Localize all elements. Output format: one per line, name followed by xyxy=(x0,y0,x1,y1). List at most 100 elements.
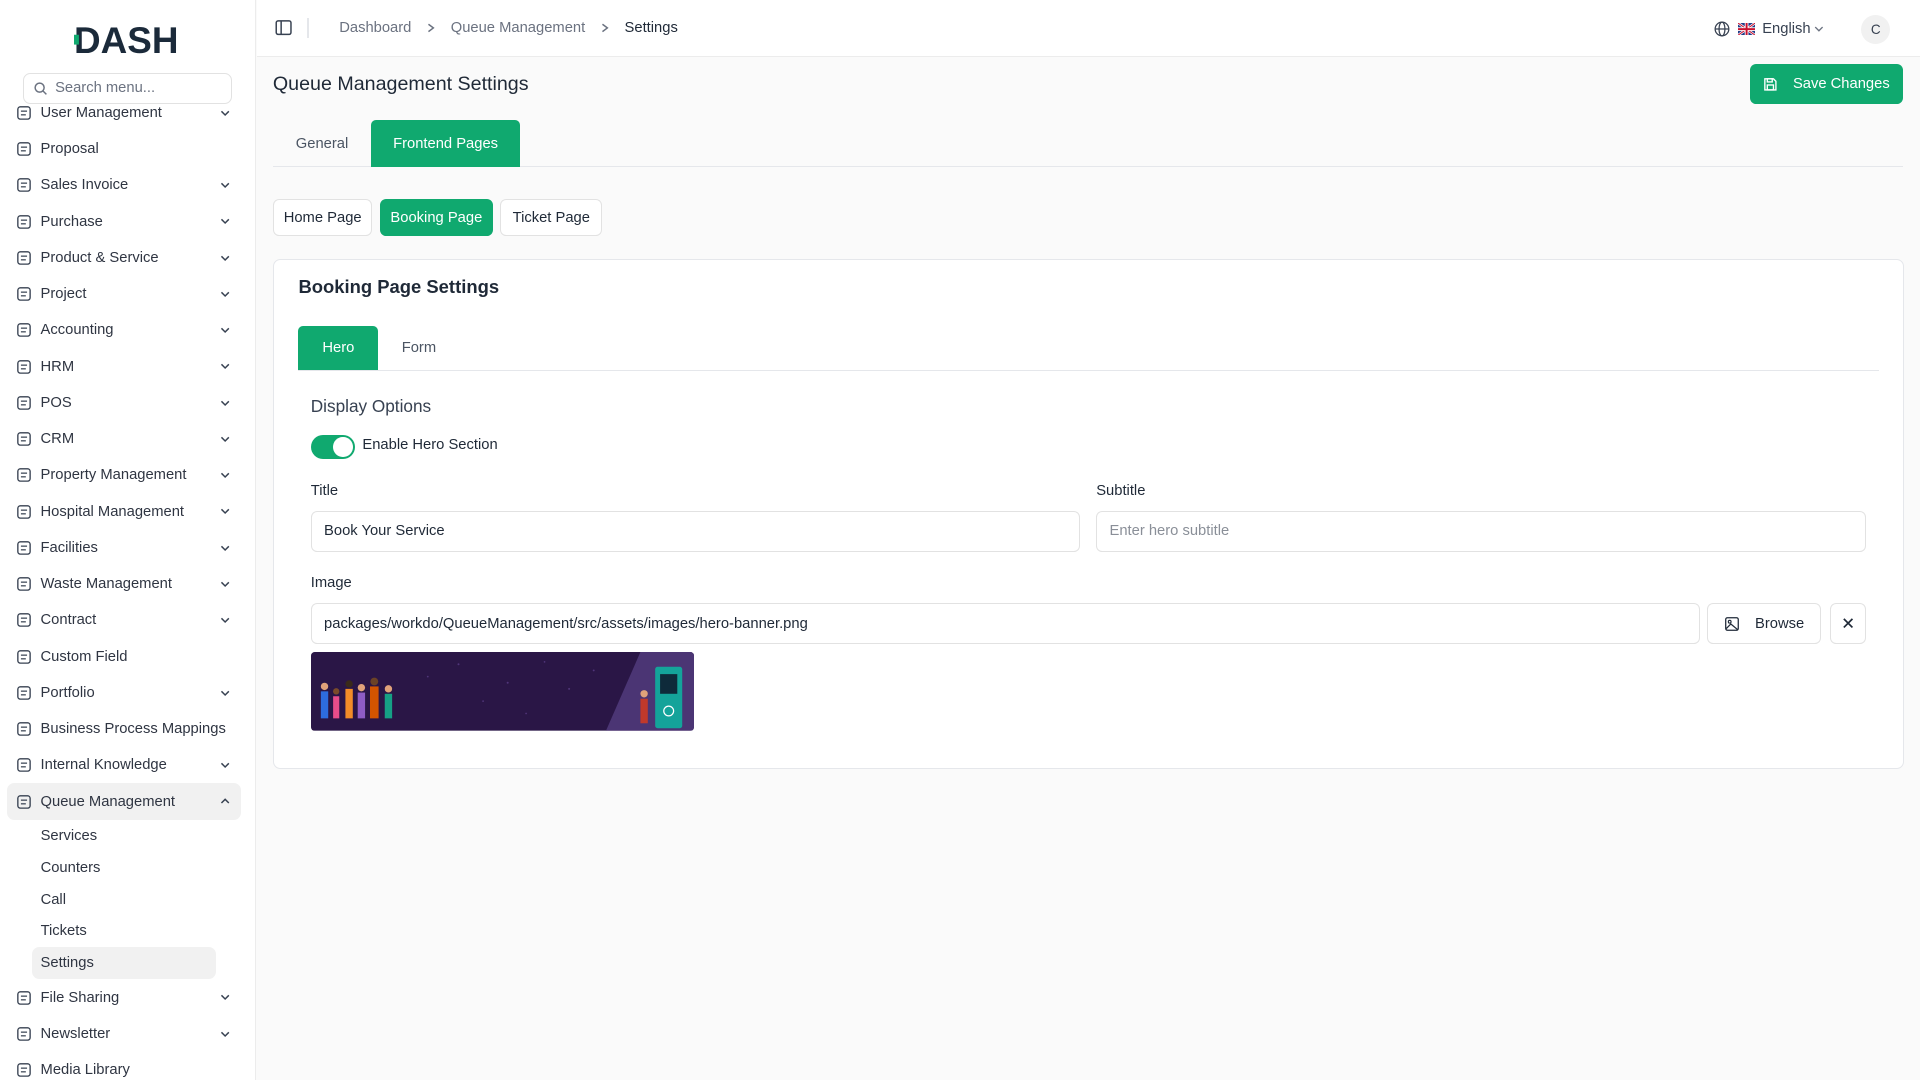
breadcrumb-settings: Settings xyxy=(624,19,678,36)
dash-logo[interactable]: DASH xyxy=(73,20,185,59)
sidebar-item-newsletter[interactable]: Newsletter xyxy=(7,1016,241,1052)
chevron-right-icon xyxy=(601,23,609,33)
sidebar-item-internal-knowledge[interactable]: Internal Knowledge xyxy=(7,747,241,783)
book-icon xyxy=(17,758,31,773)
chevron-down-icon xyxy=(220,472,230,479)
sidebar-item-user-management[interactable]: User Management xyxy=(7,106,241,131)
chevron-down-icon xyxy=(1815,26,1824,32)
sidebar-item-file-sharing[interactable]: File Sharing xyxy=(7,979,241,1015)
tab-hero[interactable]: Hero xyxy=(298,325,379,370)
sidebar-item-label: Product & Service xyxy=(40,249,159,266)
sidebar-item-pos[interactable]: POS xyxy=(7,385,241,421)
ticket-page-button[interactable]: Ticket Page xyxy=(500,199,603,236)
home-page-button[interactable]: Home Page xyxy=(272,199,373,236)
sidebar-item-custom-field[interactable]: Custom Field xyxy=(7,638,241,674)
sidebar-item-hrm[interactable]: HRM xyxy=(7,348,241,384)
chevron-down-icon xyxy=(220,400,230,406)
breadcrumb-queue-management[interactable]: Queue Management xyxy=(451,20,585,36)
sidebar-item-portfolio[interactable]: Portfolio xyxy=(7,675,241,711)
search-input[interactable] xyxy=(55,80,215,97)
sidebar: DASH User Management Proposal Sales Invoic… xyxy=(0,0,256,1080)
toggle-knob xyxy=(332,437,353,457)
chevron-down-icon xyxy=(220,690,230,696)
briefcase-icon xyxy=(17,685,31,700)
chevron-down-icon xyxy=(219,252,231,264)
image-icon xyxy=(1725,616,1740,631)
language-label: English xyxy=(1762,20,1811,37)
sidebar-subitem-services[interactable]: Services xyxy=(7,820,241,852)
sidebar-item-contract[interactable]: Contract xyxy=(7,602,241,638)
title-input[interactable] xyxy=(310,511,1081,552)
sidebar-item-label: CRM xyxy=(40,431,75,448)
recycle-icon xyxy=(16,576,32,592)
sidebar-item-business-process-mappings[interactable]: Business Process Mappings xyxy=(7,711,241,747)
sidebar-item-label: HRM xyxy=(40,358,75,375)
browse-button[interactable]: Browse xyxy=(1707,603,1822,644)
sidebar-item-sales-invoice[interactable]: Sales Invoice xyxy=(7,167,241,203)
avatar[interactable]: C xyxy=(1860,14,1891,45)
subtitle-input[interactable] xyxy=(1096,511,1866,552)
field-icon xyxy=(17,649,31,664)
calculator-icon xyxy=(16,322,32,338)
save-changes-button[interactable]: Save Changes xyxy=(1750,63,1903,105)
contract-icon xyxy=(16,612,32,628)
clear-image-button[interactable] xyxy=(1830,603,1866,644)
stethoscope-icon xyxy=(17,504,31,519)
process-icon xyxy=(16,721,32,737)
sidebar-item-accounting[interactable]: Accounting xyxy=(7,312,241,348)
chevron-down-icon xyxy=(219,469,231,481)
users-icon xyxy=(17,105,31,120)
sidebar-menu: User Management Proposal Sales Invoice Purc… xyxy=(7,106,241,1080)
chevron-up-icon xyxy=(219,795,231,807)
sidebar-item-label: Portfolio xyxy=(40,684,95,701)
booking-page-button[interactable]: Booking Page xyxy=(379,199,493,236)
sidebar-item-label: User Management xyxy=(40,105,162,121)
sidebar-item-label: POS xyxy=(40,394,72,411)
sidebar-item-media-library[interactable]: Media Library xyxy=(7,1052,241,1080)
image-label: Image xyxy=(310,575,352,592)
sidebar-item-purchase[interactable]: Purchase xyxy=(7,203,241,239)
enable-hero-toggle[interactable] xyxy=(310,434,355,460)
sidebar-item-crm[interactable]: CRM xyxy=(7,421,241,457)
property-icon xyxy=(16,467,32,483)
sidebar-item-product-service[interactable]: Product & Service xyxy=(7,240,241,276)
cart-icon xyxy=(17,214,31,229)
sidebar-subitem-call[interactable]: Call xyxy=(7,884,241,916)
tab-frontend-pages[interactable]: Frontend Pages xyxy=(371,120,520,168)
chevron-down-icon xyxy=(219,360,231,372)
tab-form[interactable]: Form xyxy=(378,326,459,370)
subtitle-label: Subtitle xyxy=(1096,482,1146,499)
tab-general[interactable]: General xyxy=(273,120,371,167)
contract-icon xyxy=(17,613,31,628)
sidebar-subitem-settings[interactable]: Settings xyxy=(31,947,217,980)
save-icon xyxy=(1764,77,1778,91)
sidebar-subitem-counters[interactable]: Counters xyxy=(7,852,241,884)
briefcase-icon xyxy=(16,685,32,701)
sidebar-item-project[interactable]: Project xyxy=(7,276,241,312)
layers-icon xyxy=(16,250,32,266)
project-icon xyxy=(16,286,32,302)
language-selector[interactable]: English xyxy=(1714,21,1824,37)
sidebar-item-waste-management[interactable]: Waste Management xyxy=(7,566,241,602)
search-menu[interactable] xyxy=(23,72,233,105)
chevron-down-icon xyxy=(219,991,231,1003)
chevron-down-icon xyxy=(220,364,230,370)
image-icon xyxy=(16,1062,32,1078)
sidebar-item-hospital-management[interactable]: Hospital Management xyxy=(7,493,241,529)
crm-icon xyxy=(17,432,31,446)
sidebar-item-queue-management[interactable]: Queue Management xyxy=(7,783,241,820)
sidebar-item-facilities[interactable]: Facilities xyxy=(7,530,241,566)
breadcrumb-dashboard[interactable]: Dashboard xyxy=(339,20,411,36)
svg-text:DASH: DASH xyxy=(74,20,178,59)
display-options-heading: Display Options xyxy=(310,395,432,416)
image-path-input[interactable] xyxy=(310,603,1700,644)
sidebar-subitem-tickets[interactable]: Tickets xyxy=(7,916,241,948)
chevron-down-icon xyxy=(219,542,231,554)
sidebar-item-property-management[interactable]: Property Management xyxy=(7,457,241,493)
sidebar-item-proposal[interactable]: Proposal xyxy=(7,131,241,167)
chevron-up-icon xyxy=(220,798,230,804)
phone-icon xyxy=(17,794,31,809)
sidebar-toggle-icon[interactable] xyxy=(275,19,293,36)
sidebar-item-label: Accounting xyxy=(40,322,114,339)
chevron-down-icon xyxy=(220,617,230,624)
